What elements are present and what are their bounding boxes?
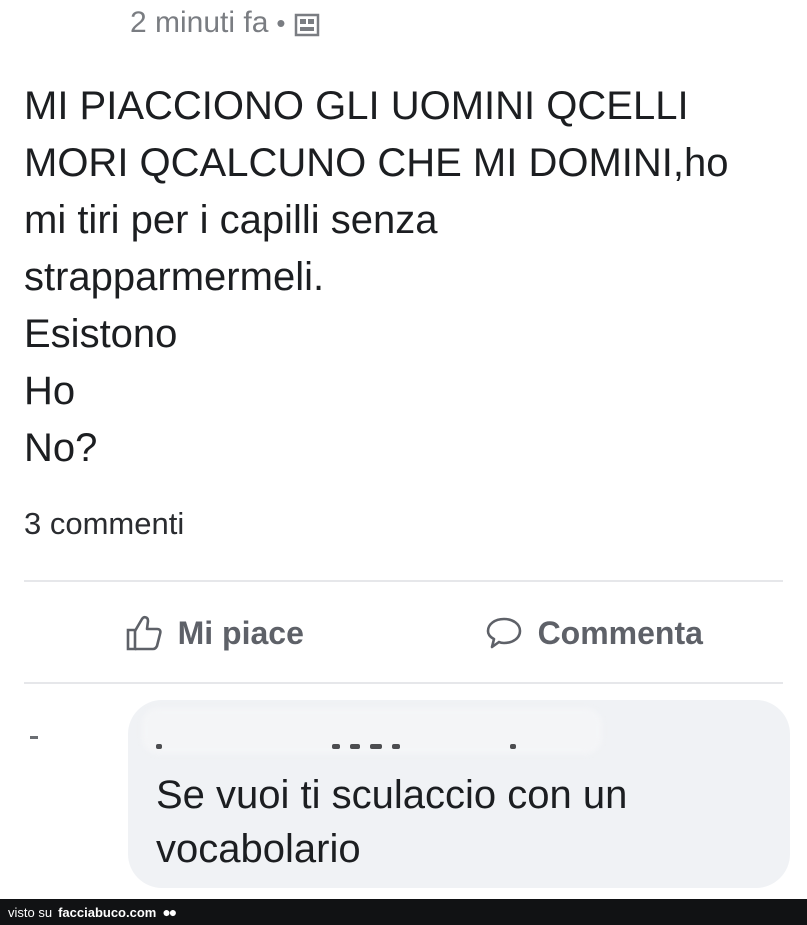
comment-button[interactable]: Commenta [404, 613, 784, 653]
comment-row: Se vuoi ti sculaccio con un vocabolario [0, 700, 807, 890]
comment-line: Se vuoi ti sculaccio con un [156, 773, 628, 817]
comment-label: Commenta [537, 614, 703, 651]
footer-prefix: visto su [8, 904, 53, 920]
post-line: MI PIACCIONO GLI UOMINI QCELLI [24, 84, 689, 128]
photo-frame-icon[interactable] [294, 11, 320, 37]
comment-text: Se vuoi ti sculaccio con un vocabolario [156, 768, 776, 876]
separator-dot: • [276, 7, 286, 38]
watermark-footer: visto su facciabuco.com ●● [0, 899, 807, 925]
commenter-name-redacted[interactable] [156, 744, 516, 749]
post-line: Esistono [24, 312, 178, 356]
avatar[interactable] [30, 736, 38, 739]
thumbs-up-icon [126, 615, 162, 651]
divider-bottom [24, 682, 783, 684]
post-line: No? [24, 426, 98, 470]
like-label: Mi piace [177, 614, 304, 651]
comments-count-link[interactable]: 3 commenti [24, 506, 184, 542]
comment-line: vocabolario [156, 827, 361, 871]
speech-bubble-icon [486, 617, 521, 649]
like-button[interactable]: Mi piace [24, 613, 404, 653]
post-line: MORI QCALCUNO CHE MI DOMINI,ho [24, 141, 729, 185]
post-header: 2 minuti fa • [130, 6, 320, 40]
post-line: mi tiri per i capilli senza [24, 198, 438, 242]
post-body: MI PIACCIONO GLI UOMINI QCELLI MORI QCAL… [24, 78, 787, 477]
footer-brand: facciabuco.com [58, 904, 157, 920]
post-timestamp[interactable]: 2 minuti fa [130, 6, 268, 40]
post-line: Ho [24, 369, 76, 413]
post-line: strapparmermeli. [24, 255, 325, 299]
eyes-icon: ●● [162, 904, 177, 920]
action-bar: Mi piace Commenta [24, 598, 783, 668]
divider-top [24, 580, 783, 582]
